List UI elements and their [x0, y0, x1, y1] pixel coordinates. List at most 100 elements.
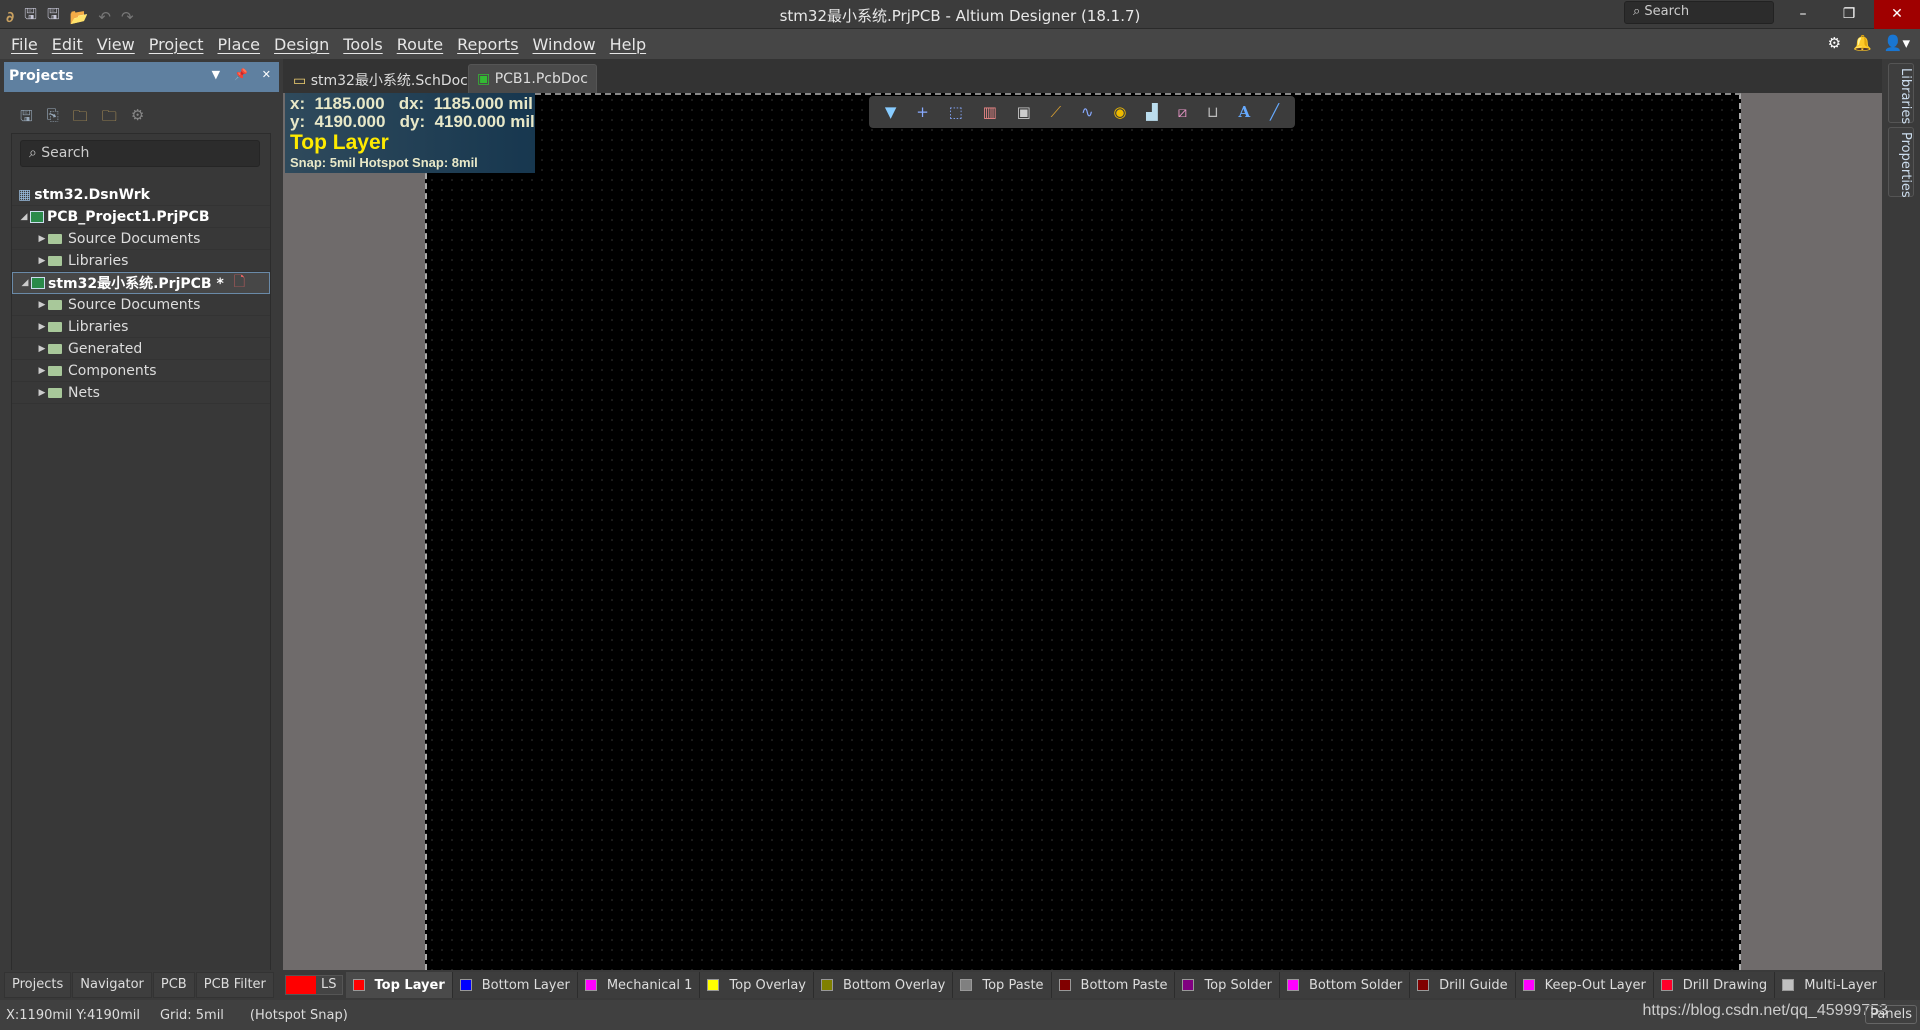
polygon-icon[interactable]: ▟	[1146, 103, 1158, 121]
schematic-icon: ▭	[293, 73, 307, 89]
tree-item-folder[interactable]: ▶ Libraries	[12, 250, 270, 272]
compile-icon[interactable]: ⎘	[47, 106, 59, 131]
panel-tab-pcb-filter[interactable]: PCB Filter	[195, 972, 274, 998]
layer-label: Drill Guide	[1439, 977, 1508, 993]
expand-arrow-icon[interactable]: ◢	[18, 212, 30, 222]
menu-project[interactable]: Project	[142, 35, 211, 54]
line-icon[interactable]: ╱	[1270, 103, 1279, 121]
explore-icon[interactable]: 🗀	[73, 106, 88, 131]
tree-item-folder[interactable]: ▶ Libraries	[12, 316, 270, 338]
menu-route[interactable]: Route	[390, 35, 450, 54]
layer-tab[interactable]: Top Layer	[345, 972, 453, 998]
current-layer-swatch	[286, 976, 316, 994]
crosshair-icon[interactable]: +	[916, 103, 929, 121]
tree-item-project-selected[interactable]: ◢ stm32最小系统.PrjPCB * 🗋	[12, 272, 270, 294]
panel-tab-pcb[interactable]: PCB	[152, 972, 195, 998]
collapse-arrow-icon[interactable]: ▶	[36, 366, 48, 376]
panel-close-icon[interactable]: ✕	[262, 68, 271, 81]
menu-tools[interactable]: Tools	[336, 35, 389, 54]
close-button[interactable]: ✕	[1874, 0, 1920, 29]
menu-place[interactable]: Place	[210, 35, 267, 54]
collapse-arrow-icon[interactable]: ▶	[36, 388, 48, 398]
menu-window[interactable]: Window	[526, 35, 603, 54]
menu-file[interactable]: File	[4, 35, 45, 54]
interactive-diff-icon[interactable]: ∿	[1081, 103, 1094, 121]
panels-button[interactable]: Panels	[1865, 1005, 1917, 1024]
tree-label: Generated	[68, 340, 143, 357]
pcb-canvas[interactable]: x: 1185.000 dx: 1185.000 mil y: 4190.000…	[283, 93, 1882, 970]
bell-icon[interactable]: 🔔	[1853, 34, 1872, 52]
folder-icon	[48, 299, 62, 310]
global-search-input[interactable]: ⌕ Search	[1624, 1, 1774, 24]
filter-icon[interactable]: ▼	[885, 103, 897, 121]
menu-design[interactable]: Design	[267, 35, 336, 54]
panel-tab-navigator[interactable]: Navigator	[72, 972, 152, 998]
layer-tab[interactable]: Drill Guide	[1410, 972, 1516, 998]
layer-tab[interactable]: Bottom Layer	[452, 972, 578, 998]
dimension-icon[interactable]: ⊔	[1207, 103, 1219, 121]
tree-item-workspace[interactable]: ▦ stm32.DsnWrk	[12, 184, 270, 206]
bottom-tabs-bar: Projects Navigator PCB PCB Filter LS Top…	[0, 970, 1920, 1000]
tab-schdoc[interactable]: ▭ stm32最小系统.SchDoc *	[285, 64, 487, 93]
tree-item-folder[interactable]: ▶ Nets	[12, 382, 270, 404]
collapse-arrow-icon[interactable]: ▶	[36, 344, 48, 354]
hud-dx: dx: 1185.000 mil	[398, 94, 533, 113]
layer-tab[interactable]: Bottom Overlay	[814, 972, 954, 998]
pin-icon[interactable]: 📌	[234, 68, 248, 81]
tree-item-folder[interactable]: ▶ Components	[12, 360, 270, 382]
route-icon[interactable]: ⟋	[1051, 103, 1062, 121]
menu-edit[interactable]: Edit	[45, 35, 90, 54]
restore-button[interactable]: ❐	[1826, 0, 1872, 29]
layer-color-swatch	[584, 979, 597, 991]
collapse-arrow-icon[interactable]: ▶	[36, 300, 48, 310]
settings-icon[interactable]: ⚙	[131, 106, 144, 131]
folder-icon	[48, 233, 62, 244]
pad-via-icon[interactable]: ◉	[1113, 103, 1126, 121]
layer-tab[interactable]: Top Paste	[953, 972, 1052, 998]
tab-pcbdoc[interactable]: ▣ PCB1.PcbDoc	[468, 64, 597, 93]
layer-tab[interactable]: Bottom Solder	[1279, 972, 1411, 998]
align-icon[interactable]: ▥	[983, 103, 997, 121]
layer-label: Top Solder	[1204, 977, 1272, 993]
text-icon[interactable]: A	[1239, 103, 1251, 121]
layer-tab[interactable]: Bottom Paste	[1051, 972, 1176, 998]
collapse-arrow-icon[interactable]: ▶	[36, 322, 48, 332]
board-area[interactable]	[425, 93, 1741, 970]
minimize-button[interactable]: –	[1780, 0, 1826, 29]
layer-tab[interactable]: Multi-Layer	[1775, 972, 1885, 998]
track-icon[interactable]: ⧄	[1178, 103, 1188, 121]
menu-help[interactable]: Help	[603, 35, 653, 54]
tree-item-project[interactable]: ◢ PCB_Project1.PrjPCB	[12, 206, 270, 228]
layer-tab[interactable]: Keep-Out Layer	[1515, 972, 1654, 998]
collapse-arrow-icon[interactable]: ▶	[36, 256, 48, 266]
project-search-input[interactable]: ⌕ Search	[20, 140, 260, 167]
layer-tab[interactable]: Top Overlay	[700, 972, 815, 998]
tab-libraries[interactable]: Libraries	[1888, 63, 1914, 124]
tree-item-folder[interactable]: ▶ Source Documents	[12, 228, 270, 250]
panel-tab-projects[interactable]: Projects	[4, 972, 72, 998]
layer-set-button[interactable]: LS	[285, 975, 343, 995]
gear-icon[interactable]: ⚙	[1828, 34, 1841, 52]
layer-tab[interactable]: Top Solder	[1175, 972, 1280, 998]
select-rect-icon[interactable]: ⬚	[949, 103, 963, 121]
user-icon[interactable]: 👤▾	[1884, 34, 1910, 52]
panel-menu-icon[interactable]: ▼	[212, 68, 220, 81]
projects-panel: Projects ▼ 📌 ✕ 🖫 ⎘ 🗀 🗀 ⚙ ⌕ Search ▦ stm32.D…	[0, 59, 283, 1019]
save-project-icon[interactable]: 🖫	[20, 106, 33, 131]
heads-up-display: x: 1185.000 dx: 1185.000 mil y: 4190.000…	[285, 93, 535, 173]
expand-arrow-icon[interactable]: ◢	[19, 278, 31, 288]
tree-item-folder[interactable]: ▶ Source Documents	[12, 294, 270, 316]
menu-reports[interactable]: Reports	[450, 35, 525, 54]
layer-label: Bottom Layer	[481, 977, 570, 993]
component-icon[interactable]: ▣	[1017, 103, 1031, 121]
collapse-arrow-icon[interactable]: ▶	[36, 234, 48, 244]
layer-tab[interactable]: Mechanical 1	[577, 972, 701, 998]
menu-view[interactable]: View	[90, 35, 142, 54]
tab-properties[interactable]: Properties	[1888, 127, 1914, 198]
layer-tab[interactable]: Drill Drawing	[1653, 972, 1776, 998]
layer-color-swatch	[1782, 979, 1795, 991]
folder-icon	[48, 365, 62, 376]
layer-color-swatch	[1417, 979, 1430, 991]
project-options-icon[interactable]: 🗀	[102, 106, 117, 131]
tree-item-folder[interactable]: ▶ Generated	[12, 338, 270, 360]
